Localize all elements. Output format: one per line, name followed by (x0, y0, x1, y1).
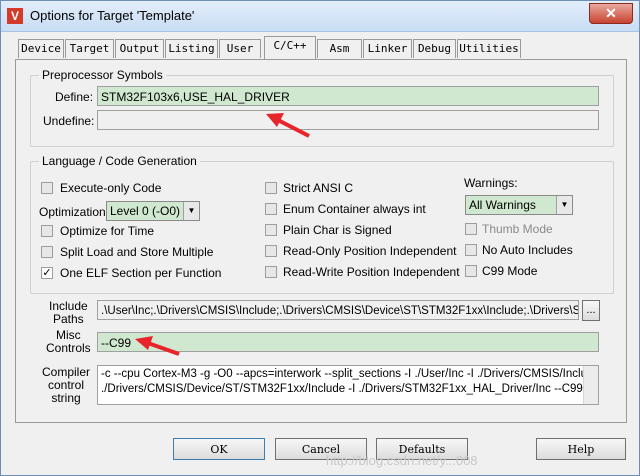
compiler-line-1: -c --cpu Cortex-M3 -g -O0 --apcs=interwo… (101, 368, 599, 380)
enum-container-checkbox[interactable] (265, 203, 277, 215)
title-bar[interactable]: V Options for Target 'Template' ✕ (1, 1, 639, 32)
ro-position-label: Read-Only Position Independent (283, 244, 457, 258)
tab-utilities[interactable]: Utilities (457, 39, 521, 58)
one-elf-checkbox[interactable]: ✓ (41, 267, 53, 279)
no-auto-includes-label: No Auto Includes (482, 243, 573, 257)
include-paths-label: Include Paths (49, 300, 88, 326)
plain-char-checkbox[interactable] (265, 224, 277, 236)
tab-output[interactable]: Output (115, 39, 164, 58)
help-button[interactable]: Help (536, 438, 626, 460)
chevron-down-icon: ▼ (183, 202, 199, 220)
keil-app-icon: V (7, 8, 23, 24)
execute-only-checkbox[interactable] (41, 182, 53, 194)
watermark: http://blog.csdn.net/y...008 (326, 453, 478, 468)
rw-position-checkbox[interactable] (265, 266, 277, 278)
one-elf-label: One ELF Section per Function (60, 266, 222, 280)
compiler-control-label: Compiler control string (42, 366, 90, 405)
tab-asm[interactable]: Asm (317, 39, 362, 58)
optimize-time-checkbox[interactable] (41, 225, 53, 237)
tab-linker[interactable]: Linker (363, 39, 412, 58)
rw-position-label: Read-Write Position Independent (283, 265, 460, 279)
misc-label-line2: Controls (46, 341, 91, 355)
compiler-label-line3: string (51, 391, 81, 405)
preprocessor-group: Preprocessor Symbols Define: STM32F103x6… (30, 68, 614, 147)
undefine-label: Undefine: (43, 114, 95, 128)
include-label-line2: Paths (53, 312, 84, 326)
compiler-line-2: ./Drivers/CMSIS/Device/ST/STM32F1xx/Incl… (101, 383, 583, 395)
warnings-label: Warnings: (464, 176, 518, 190)
language-group-title: Language / Code Generation (39, 154, 200, 168)
optimize-time-label: Optimize for Time (60, 224, 155, 238)
vertical-scrollbar[interactable] (583, 366, 598, 404)
optimization-select[interactable]: Level 0 (-O0) ▼ (106, 201, 200, 221)
tab-listing[interactable]: Listing (165, 39, 218, 58)
optimization-value: Level 0 (-O0) (110, 204, 181, 218)
define-input[interactable]: STM32F103x6,USE_HAL_DRIVER (97, 86, 599, 106)
options-dialog: V Options for Target 'Template' ✕ Device… (0, 0, 640, 476)
arrow-annotation-icon (135, 336, 180, 356)
include-paths-input[interactable]: .\User\Inc;.\Drivers\CMSIS\Include;.\Dri… (97, 300, 579, 320)
compiler-control-string[interactable]: -c --cpu Cortex-M3 -g -O0 --apcs=interwo… (97, 365, 599, 405)
window-title: Options for Target 'Template' (30, 8, 195, 23)
strict-ansi-label: Strict ANSI C (283, 181, 354, 195)
ro-position-checkbox[interactable] (265, 245, 277, 257)
tab-device[interactable]: Device (18, 39, 64, 58)
tab-c-cpp[interactable]: C/C++ (264, 36, 316, 59)
close-button[interactable]: ✕ (589, 3, 633, 24)
define-label: Define: (55, 90, 94, 104)
language-group: Language / Code Generation Execute-only … (30, 154, 614, 294)
c99-mode-label: C99 Mode (482, 264, 538, 278)
preprocessor-group-title: Preprocessor Symbols (39, 68, 166, 82)
misc-controls-label: Misc Controls (46, 329, 91, 355)
strict-ansi-checkbox[interactable] (265, 182, 277, 194)
chevron-down-icon: ▼ (556, 196, 572, 214)
thumb-mode-label: Thumb Mode (482, 222, 553, 236)
thumb-mode-checkbox (465, 223, 477, 235)
tab-target[interactable]: Target (65, 39, 114, 58)
warnings-select[interactable]: All Warnings ▼ (465, 195, 573, 215)
enum-container-label: Enum Container always int (283, 202, 426, 216)
plain-char-label: Plain Char is Signed (283, 223, 392, 237)
split-load-label: Split Load and Store Multiple (60, 245, 214, 259)
c-cpp-panel: Preprocessor Symbols Define: STM32F103x6… (15, 59, 627, 423)
ok-button[interactable]: OK (173, 438, 265, 460)
warnings-value: All Warnings (469, 198, 536, 212)
execute-only-label: Execute-only Code (60, 181, 162, 195)
optimization-label: Optimization: (39, 205, 110, 219)
undefine-input[interactable] (97, 110, 599, 130)
tab-user[interactable]: User (219, 39, 261, 58)
split-load-checkbox[interactable] (41, 246, 53, 258)
c99-mode-checkbox[interactable] (465, 265, 477, 277)
include-browse-button[interactable]: ... (582, 300, 600, 321)
arrow-annotation-icon (266, 113, 310, 138)
tab-debug[interactable]: Debug (413, 39, 456, 58)
no-auto-includes-checkbox[interactable] (465, 244, 477, 256)
